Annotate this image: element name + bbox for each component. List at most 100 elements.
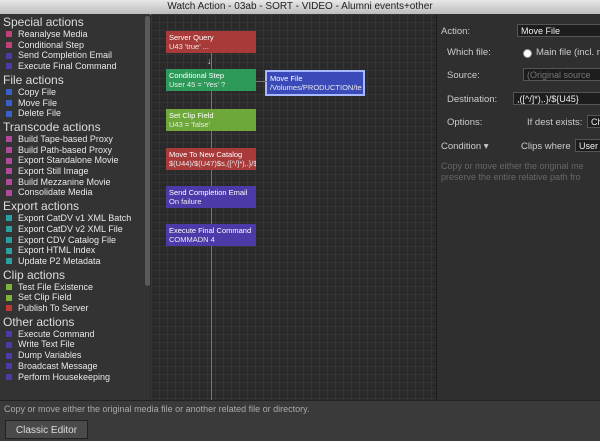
action-color-icon	[6, 294, 12, 301]
arrow-down-icon: ↓	[207, 56, 212, 66]
classic-editor-button[interactable]: Classic Editor	[5, 420, 88, 439]
workflow-node[interactable]: Set Clip Field U43 = 'false'	[166, 109, 256, 131]
action-color-icon	[6, 331, 12, 338]
palette-item-label: Export CDV Catalog File	[18, 234, 117, 245]
palette-item[interactable]: Export CDV Catalog File	[0, 235, 150, 246]
action-help-text: Copy or move either the original me pres…	[441, 161, 584, 182]
palette-item[interactable]: Export HTML Index	[0, 245, 150, 256]
node-title: Move File	[270, 74, 303, 83]
workflow-node[interactable]: Move To New Catalog $(U44)/$(U47)$s,([^/]…	[166, 148, 256, 170]
palette-item[interactable]: Publish To Server	[0, 303, 150, 314]
action-label: Action:	[441, 26, 471, 37]
action-color-icon	[6, 352, 12, 359]
palette-item[interactable]: Export CatDV v2 XML File	[0, 224, 150, 235]
action-color-icon	[6, 157, 12, 164]
action-color-icon	[6, 99, 12, 106]
source-field[interactable]: (Original source	[523, 68, 600, 81]
palette-item[interactable]: Reanalyse Media	[0, 29, 150, 40]
palette-item-label: Export CatDV v1 XML Batch	[18, 213, 132, 224]
action-color-icon	[6, 110, 12, 117]
action-color-icon	[6, 305, 12, 312]
palette-item[interactable]: Dump Variables	[0, 350, 150, 361]
palette-item-label: Set Clip Field	[18, 292, 72, 303]
palette-item-label: Test File Existence	[18, 281, 94, 292]
palette-item-label: Export CatDV v2 XML File	[18, 223, 123, 234]
group-title: Export actions	[3, 199, 80, 214]
source-label: Source:	[447, 70, 480, 81]
node-title: Execute Final Command	[169, 226, 252, 235]
node-subtitle: U43 = 'false'	[169, 120, 211, 129]
action-color-icon	[6, 31, 12, 38]
palette-item[interactable]: Test File Existence	[0, 282, 150, 293]
action-color-icon	[6, 226, 12, 233]
destination-field[interactable]: ,([^/]*),.}/${U45}	[513, 92, 600, 105]
action-color-icon	[6, 284, 12, 290]
palette-item[interactable]: Export Still Image	[0, 166, 150, 177]
action-color-icon	[6, 168, 12, 175]
palette-item[interactable]: Update P2 Metadata	[0, 256, 150, 267]
palette-item[interactable]: Broadcast Message	[0, 361, 150, 372]
palette-item[interactable]: Build Tape-based Proxy	[0, 134, 150, 145]
palette-item[interactable]: Write Text File	[0, 339, 150, 350]
palette-item-label: Export Still Image	[18, 166, 89, 177]
condition-dropdown[interactable]: Condition ▾	[441, 141, 489, 152]
group-title: Special actions	[3, 15, 84, 29]
action-color-icon	[6, 258, 12, 265]
palette-item[interactable]: Set Clip Field	[0, 292, 150, 303]
palette-scrollbar[interactable]	[145, 16, 150, 286]
palette-item[interactable]: Copy File	[0, 87, 150, 98]
group-title: Other actions	[3, 314, 75, 329]
action-color-icon	[6, 63, 12, 70]
workflow-node[interactable]: Send Completion Email On failure	[166, 186, 256, 208]
action-palette: Special actions Reanalyse Media Conditiona…	[0, 14, 150, 400]
palette-item[interactable]: Perform Housekeeping	[0, 372, 150, 383]
palette-item[interactable]: Delete File	[0, 108, 150, 119]
properties-panel: Action: Move File Which file: Main file …	[437, 14, 600, 400]
palette-item-label: Consolidate Media	[18, 187, 93, 198]
status-bar: Copy or move either the original media f…	[0, 400, 600, 441]
palette-item-label: Dump Variables	[18, 350, 82, 361]
node-title: Server Query	[169, 33, 214, 42]
node-title: Conditional Step	[169, 71, 225, 80]
action-color-icon	[6, 247, 12, 254]
action-name-field[interactable]: Move File	[517, 24, 600, 37]
palette-item[interactable]: Consolidate Media	[0, 187, 150, 198]
action-color-icon	[6, 363, 12, 370]
palette-item[interactable]: Export CatDV v1 XML Batch	[0, 213, 150, 224]
if-dest-exists-select[interactable]: Ch	[587, 115, 600, 128]
branch-connector	[256, 81, 267, 82]
workflow-canvas[interactable]: ↓ Server Query U43 'true' ... Conditional …	[151, 14, 437, 400]
node-subtitle: User 45 = 'Yes' ?	[169, 80, 226, 89]
workflow-node[interactable]: Conditional Step User 45 = 'Yes' ?	[166, 69, 256, 91]
palette-item[interactable]: Build Mezzanine Movie	[0, 177, 150, 188]
workflow-node[interactable]: Execute Final Command COMMADN 4	[166, 224, 256, 246]
group-title: File actions	[3, 72, 64, 87]
palette-item[interactable]: Move File	[0, 98, 150, 109]
main-file-option: Main file (incl. m	[536, 47, 600, 58]
palette-item-label: Broadcast Message	[18, 360, 98, 371]
action-color-icon	[6, 136, 12, 143]
palette-item[interactable]: Send Completion Email	[0, 50, 150, 61]
action-color-icon	[6, 89, 12, 96]
palette-item[interactable]: Export Standalone Movie	[0, 155, 150, 166]
palette-item-label: Build Tape-based Proxy	[18, 133, 113, 144]
palette-item-label: Perform Housekeeping	[18, 371, 111, 382]
palette-item[interactable]: Conditional Step	[0, 40, 150, 51]
palette-item[interactable]: Build Path-based Proxy	[0, 145, 150, 156]
palette-item-label: Publish To Server	[18, 303, 89, 314]
palette-item-label: Write Text File	[18, 339, 75, 350]
workflow-node[interactable]: Move File/Volumes/PRODUCTION/te	[265, 70, 365, 96]
node-subtitle: $(U44)/$(U47)$s,([^/]*),.}/$	[169, 159, 256, 168]
palette-item-label: Execute Command	[18, 328, 95, 339]
status-message: Copy or move either the original media f…	[4, 404, 310, 414]
main-file-radio[interactable]	[523, 49, 532, 58]
palette-item-label: Export HTML Index	[18, 245, 96, 256]
node-subtitle: COMMADN 4	[169, 235, 215, 244]
palette-item[interactable]: Execute Final Command	[0, 61, 150, 72]
palette-item[interactable]: Execute Command	[0, 329, 150, 340]
action-color-icon	[6, 189, 12, 196]
palette-item-label: Send Completion Email	[18, 50, 113, 61]
workflow-node[interactable]: Server Query U43 'true' ...	[166, 31, 256, 53]
destination-label: Destination:	[447, 94, 498, 105]
clips-where-field[interactable]: User	[575, 139, 600, 152]
